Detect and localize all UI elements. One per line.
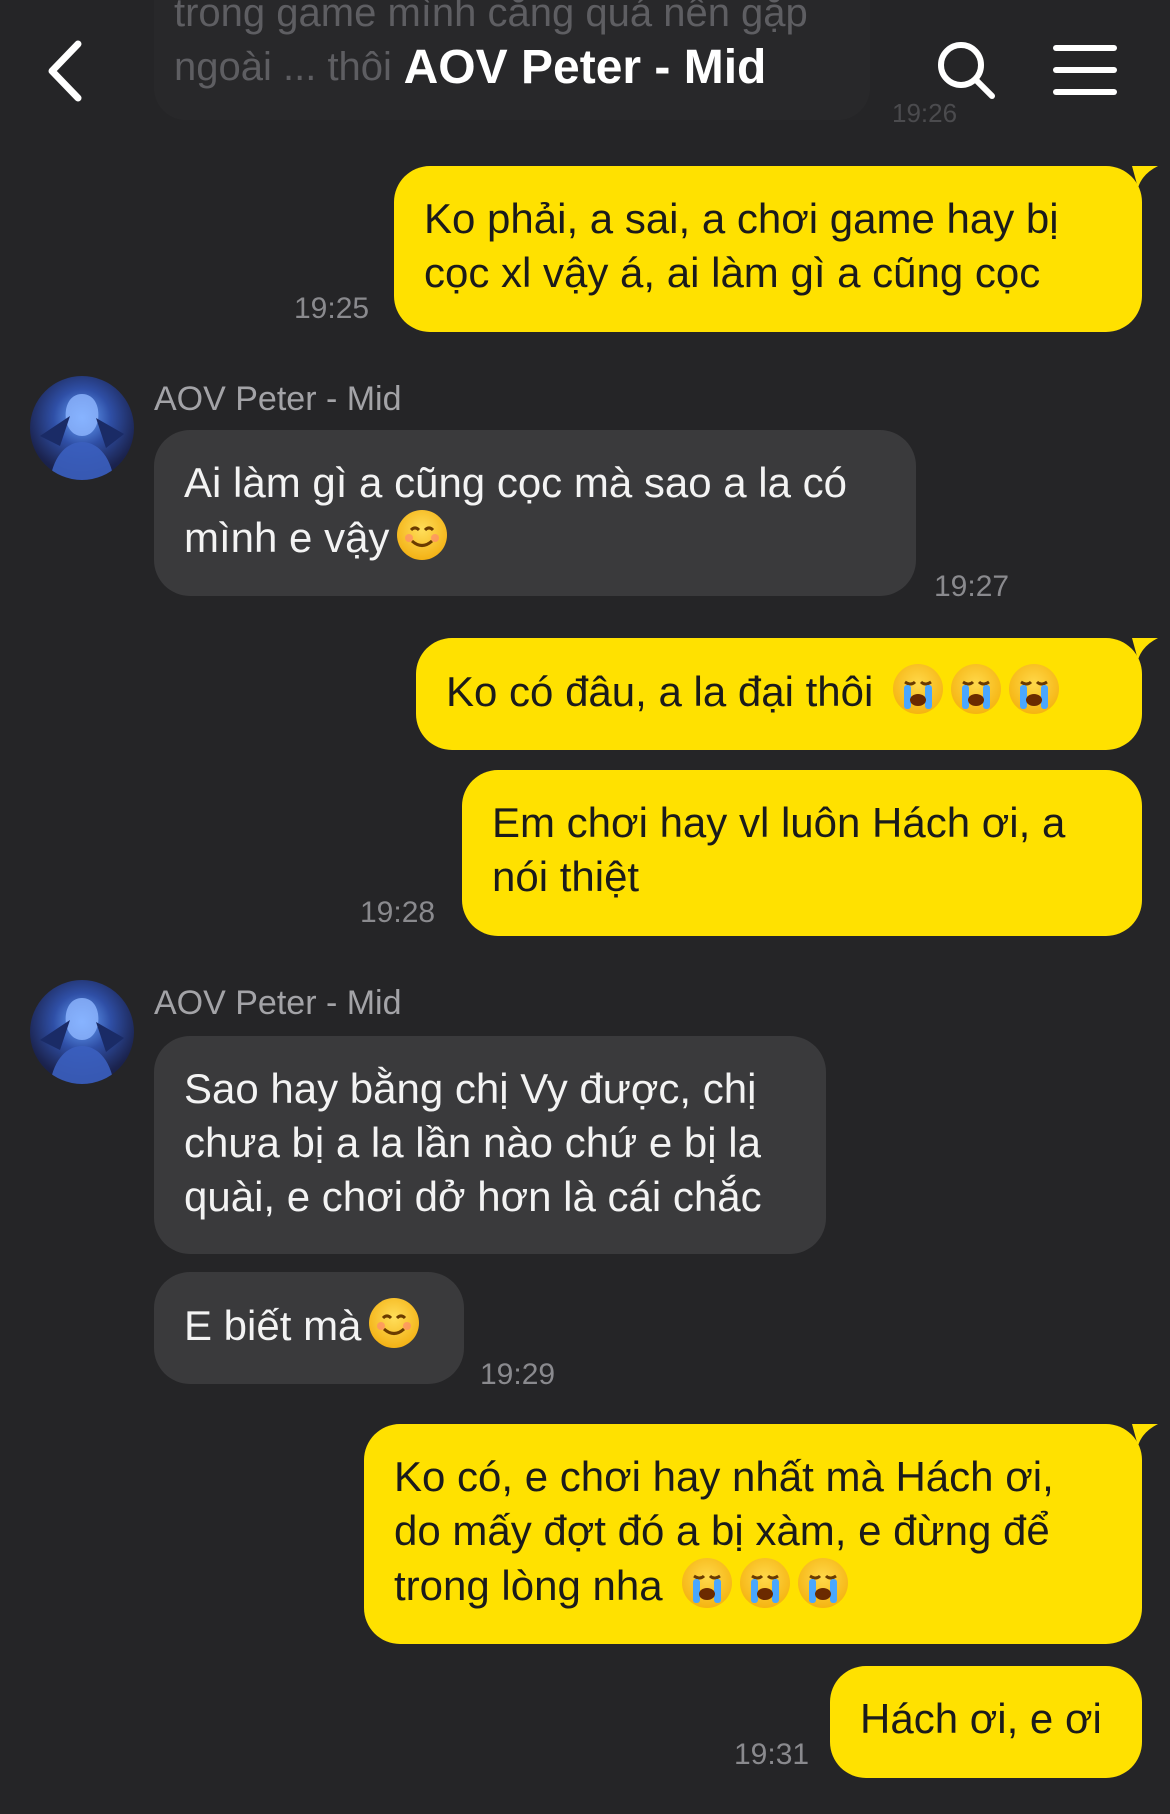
sender-name: AOV Peter - Mid	[154, 984, 402, 1022]
message-text: Ai làm gì a cũng cọc mà sao a la có mình…	[184, 459, 847, 561]
crying-face-emoji-icon	[682, 1558, 733, 1608]
avatar[interactable]	[30, 980, 134, 1084]
chat-header: AOV Peter - Mid	[0, 0, 1170, 142]
hamburger-menu-icon	[1053, 45, 1117, 95]
search-button[interactable]	[934, 38, 998, 102]
smiling-face-emoji-icon	[369, 1298, 420, 1348]
message-text: Ko phải, a sai, a chơi game hay bị cọc x…	[424, 195, 1059, 296]
avatar-image	[40, 998, 124, 1084]
sender-name: AOV Peter - Mid	[154, 380, 402, 418]
smiling-face-emoji-icon	[397, 510, 448, 560]
chevron-left-icon	[48, 40, 82, 102]
outgoing-message-bubble[interactable]: Ko phải, a sai, a chơi game hay bị cọc x…	[394, 166, 1142, 332]
incoming-message-bubble[interactable]: Ai làm gì a cũng cọc mà sao a la có mình…	[154, 430, 916, 596]
avatar[interactable]	[30, 376, 134, 480]
message-time: 19:27	[934, 570, 1010, 603]
message-text: Ko có đâu, a la đại thôi	[446, 668, 874, 715]
incoming-message-bubble[interactable]: Sao hay bằng chị Vy được, chị chưa bị a …	[154, 1036, 826, 1254]
crying-face-emoji-icon	[892, 664, 943, 714]
menu-button[interactable]	[1052, 40, 1118, 100]
search-icon	[938, 42, 995, 99]
incoming-message-bubble[interactable]: E biết mà	[154, 1272, 464, 1384]
message-time: 19:28	[360, 896, 436, 929]
bubble-tail	[1132, 1424, 1158, 1446]
avatar-image	[40, 394, 124, 480]
message-time: 19:31	[734, 1738, 810, 1771]
crying-face-emoji-icon	[950, 664, 1001, 714]
outgoing-message-bubble[interactable]: Ko có đâu, a la đại thôi	[416, 638, 1142, 750]
message-text: Hách ơi, e ơi	[860, 1695, 1102, 1742]
message-time: 19:25	[294, 292, 370, 325]
crying-face-emoji-icon	[740, 1558, 791, 1608]
outgoing-message-bubble[interactable]: Hách ơi, e ơi	[830, 1666, 1142, 1778]
bubble-tail	[1132, 638, 1158, 660]
message-text: Em chơi hay vl luôn Hách ơi, a nói thiệt	[492, 799, 1066, 900]
crying-face-emoji-icon	[798, 1558, 849, 1608]
message-time: 19:29	[480, 1358, 556, 1391]
message-text: E biết mà	[184, 1302, 362, 1349]
outgoing-message-bubble[interactable]: Ko có, e chơi hay nhất mà Hách ơi, do mấ…	[364, 1424, 1142, 1644]
bubble-tail	[1132, 166, 1158, 188]
message-text: Sao hay bằng chị Vy được, chị chưa bị a …	[184, 1065, 762, 1220]
outgoing-message-bubble[interactable]: Em chơi hay vl luôn Hách ơi, a nói thiệt	[462, 770, 1142, 936]
chat-screen: trong game mình căng quá nên gặp ngoài .…	[0, 0, 1170, 1814]
crying-face-emoji-icon	[1008, 664, 1059, 714]
back-button[interactable]	[40, 36, 100, 106]
